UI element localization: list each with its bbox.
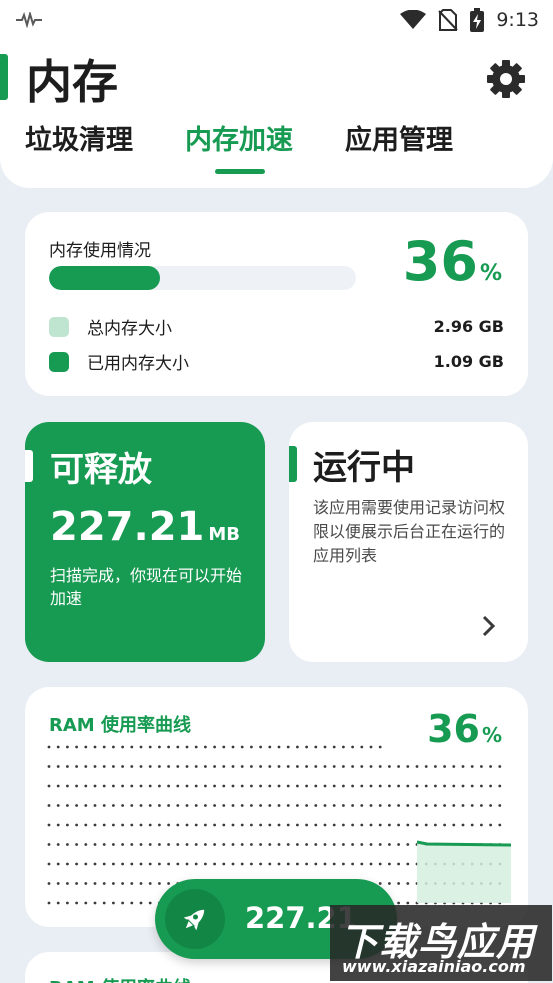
memory-usage-bar-fill — [49, 266, 160, 290]
memory-usage-label: 内存使用情况 — [49, 241, 151, 261]
wifi-icon — [400, 10, 427, 29]
releasable-size: 227.21 MB — [50, 504, 240, 550]
ram-curve-title-2: RAM 使用率曲线 — [49, 974, 191, 983]
running-accent-bar — [289, 446, 297, 482]
legend-total-label: 总内存大小 — [87, 319, 172, 339]
running-apps-card[interactable]: 运行中 该应用需要使用记录访问权限以便展示后台正在运行的应用列表 — [289, 422, 528, 662]
legend-total-memory: 总内存大小 2.96 GB — [49, 314, 504, 339]
page-title: 内存 — [26, 55, 118, 109]
rocket-icon-wrap — [165, 889, 225, 949]
tab-memory-boost[interactable]: 内存加速 — [185, 118, 293, 157]
active-tab-indicator — [215, 169, 265, 174]
tab-bar: 垃圾清理 内存加速 应用管理 — [0, 118, 553, 178]
tab-junk-clean[interactable]: 垃圾清理 — [25, 118, 133, 157]
activity-icon — [16, 12, 42, 28]
ram-usage-area — [417, 842, 511, 903]
status-time: 9:13 — [496, 9, 539, 31]
no-sim-icon — [438, 9, 459, 31]
battery-charging-icon — [470, 8, 485, 32]
watermark-logo: 下载鸟应用 www.xiazainiao.com — [330, 905, 552, 981]
header: 内存 垃圾清理 内存加速 应用管理 — [0, 40, 553, 188]
chevron-right-icon[interactable] — [479, 614, 499, 638]
releasable-size-value: 227.21 — [50, 504, 205, 550]
releasable-accent-bar — [25, 450, 33, 482]
gear-icon[interactable] — [485, 58, 527, 100]
legend-used-memory: 已用内存大小 1.09 GB — [49, 349, 504, 374]
ram-usage-line — [416, 840, 511, 847]
running-title: 运行中 — [313, 448, 415, 488]
running-description: 该应用需要使用记录访问权限以便展示后台正在运行的应用列表 — [313, 498, 506, 565]
memory-percent-sign: % — [479, 261, 502, 286]
memory-usage-percent: 36% — [403, 230, 502, 293]
memory-percent-value: 36 — [402, 230, 478, 293]
memory-usage-card: 内存使用情况 36% 总内存大小 2.96 GB 已用内存大小 1.09 GB — [25, 212, 528, 396]
watermark-url-text: www.xiazainiao.com — [342, 957, 526, 976]
legend-total-value: 2.96 GB — [433, 317, 504, 336]
legend-used-value: 1.09 GB — [433, 352, 504, 371]
memory-usage-bar — [49, 266, 356, 290]
releasable-title: 可释放 — [50, 450, 152, 490]
status-icons: 9:13 — [400, 8, 539, 32]
status-bar: 9:13 — [0, 0, 553, 40]
rocket-icon — [183, 909, 205, 931]
legend-used-swatch — [49, 351, 69, 372]
title-accent-bar — [0, 54, 8, 100]
legend-total-swatch — [49, 316, 69, 337]
tab-app-manager[interactable]: 应用管理 — [345, 118, 453, 157]
releasable-size-unit: MB — [208, 524, 240, 545]
ram-curve-title: RAM 使用率曲线 — [49, 715, 191, 736]
legend-used-label: 已用内存大小 — [87, 354, 189, 374]
releasable-card[interactable]: 可释放 227.21 MB 扫描完成，你现在可以开始加速 — [25, 422, 265, 662]
releasable-description: 扫描完成，你现在可以开始加速 — [50, 566, 243, 608]
